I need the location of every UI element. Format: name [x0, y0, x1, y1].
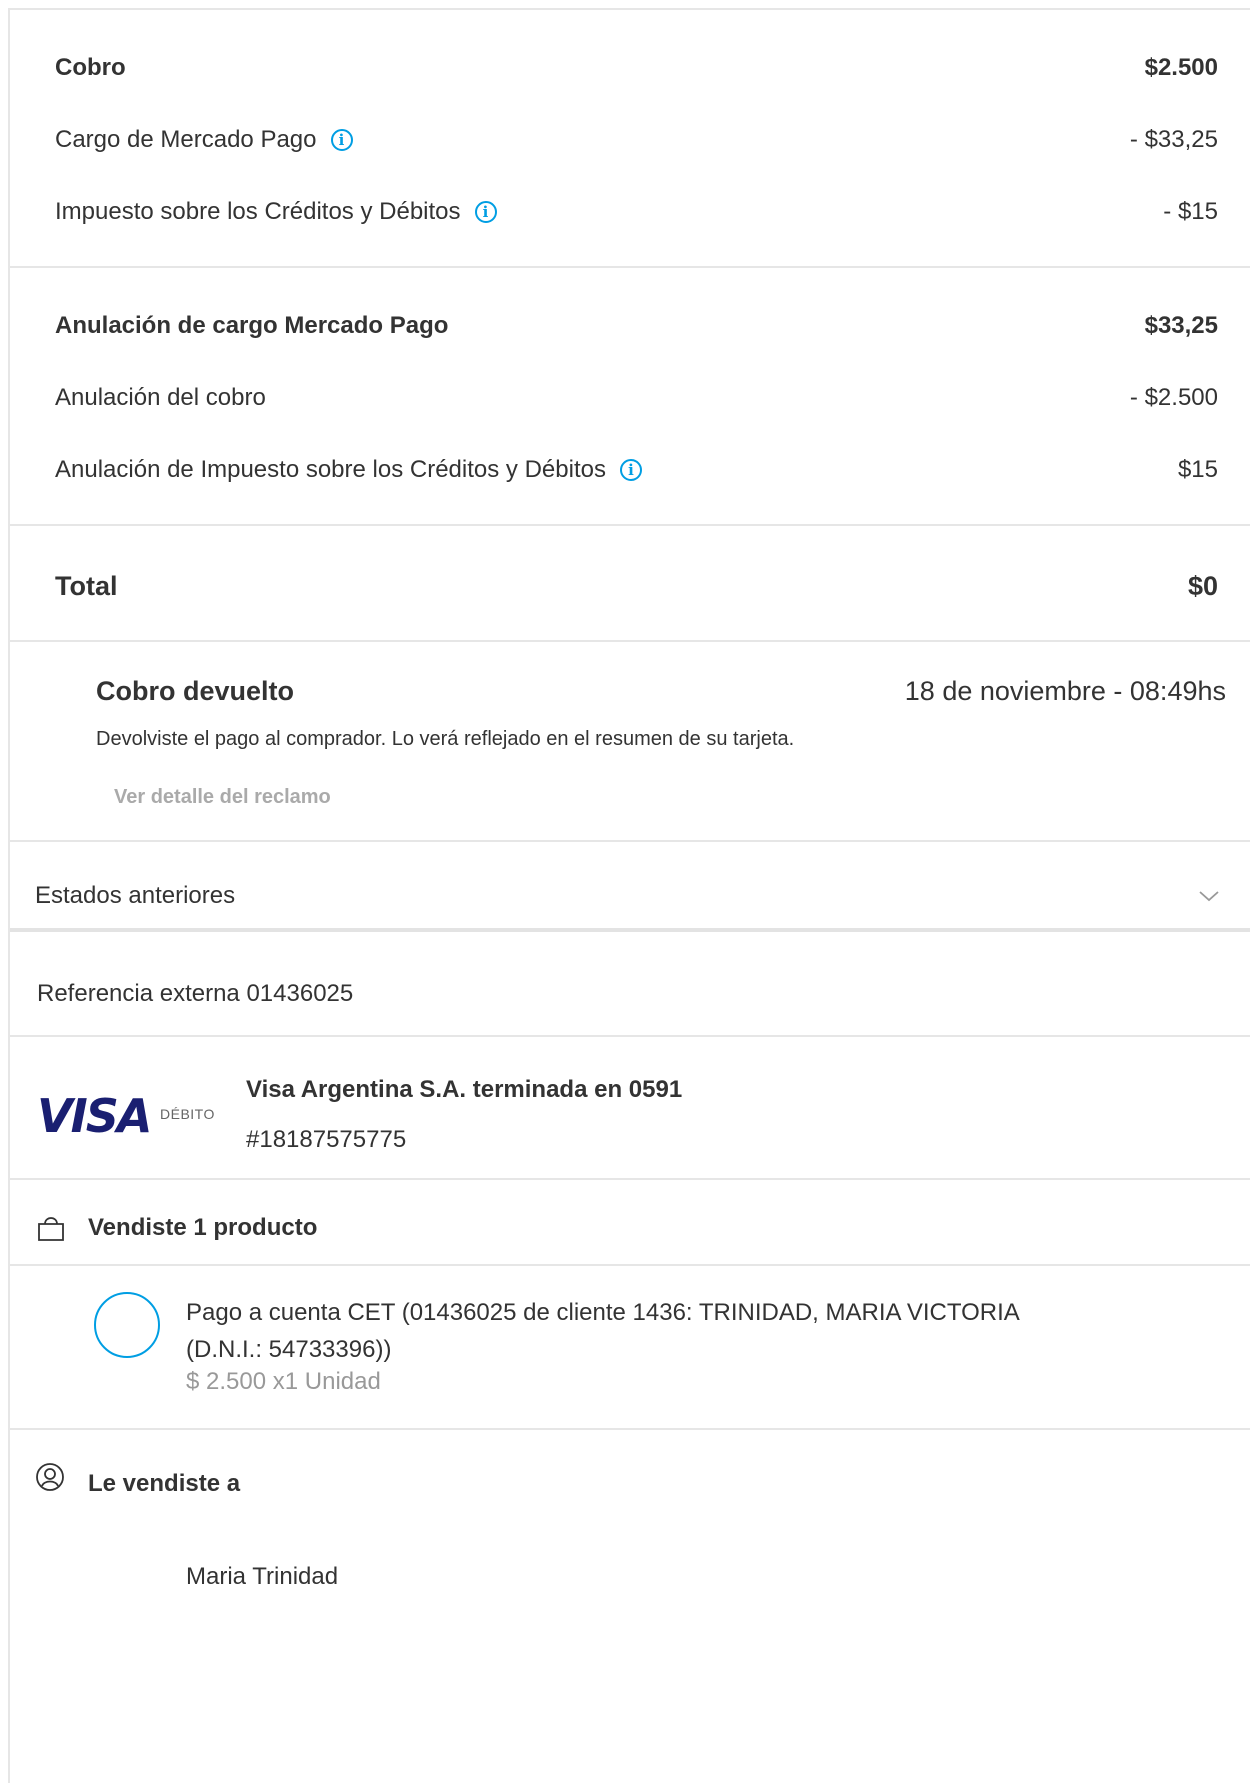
mp-fee-amount: - $33,25	[1129, 126, 1218, 153]
tax-label: Impuesto sobre los Créditos y Débitos	[55, 198, 461, 225]
fee-refund-label: Anulación de cargo Mercado Pago	[55, 312, 449, 339]
buyer-name: Maria Trinidad	[186, 1563, 339, 1590]
external-reference: Referencia externa 01436025	[37, 980, 354, 1007]
total-amount: $0	[1187, 570, 1218, 601]
divider	[10, 266, 1250, 268]
divider	[10, 1035, 1250, 1037]
mp-fee-label: Cargo de Mercado Pago	[55, 126, 317, 153]
tax-row: Impuesto sobre los Créditos y Débitos i …	[55, 192, 1218, 232]
divider	[10, 640, 1250, 642]
tax-refund-amount: $15	[1177, 456, 1218, 483]
card-type: DÉBITO	[160, 1106, 215, 1122]
mp-fee-row: Cargo de Mercado Pago i - $33,25	[55, 120, 1218, 160]
charge-label: Cobro	[55, 54, 126, 81]
claim-detail-link[interactable]: Ver detalle del reclamo	[114, 786, 331, 809]
charge-refund-amount: - $2.500	[1129, 384, 1218, 411]
tax-refund-row: Anulación de Impuesto sobre los Créditos…	[55, 450, 1218, 490]
user-icon	[36, 1463, 64, 1491]
product-price: $ 2.500 x1 Unidad	[186, 1368, 381, 1395]
divider	[10, 1178, 1250, 1180]
charge-row: Cobro $2.500	[55, 48, 1218, 88]
payment-detail-panel: Cobro $2.500 Cargo de Mercado Pago i - $…	[8, 8, 1250, 1783]
product-thumbnail	[94, 1292, 160, 1358]
previous-states-toggle[interactable]: Estados anteriores	[10, 852, 1250, 940]
tax-refund-label: Anulación de Impuesto sobre los Créditos…	[55, 456, 606, 483]
status-description: Devolviste el pago al comprador. Lo verá…	[96, 728, 795, 750]
divider	[10, 840, 1250, 842]
divider	[10, 1428, 1250, 1430]
operation-number: #18187575775	[246, 1126, 407, 1153]
fee-refund-amount: $33,25	[1144, 312, 1218, 339]
status-title: Cobro devuelto	[96, 676, 295, 706]
divider	[10, 524, 1250, 526]
visa-logo-text: VISA	[37, 1090, 150, 1138]
visa-logo: VISA	[37, 1090, 152, 1138]
divider	[10, 928, 1250, 932]
card-title: Visa Argentina S.A. terminada en 0591	[246, 1076, 683, 1103]
charge-amount: $2.500	[1144, 54, 1218, 81]
charge-refund-row: Anulación del cobro - $2.500	[55, 378, 1218, 418]
info-icon[interactable]: i	[619, 459, 642, 481]
tax-amount: - $15	[1163, 198, 1218, 225]
charge-refund-label: Anulación del cobro	[55, 384, 266, 411]
chevron-down-icon	[1199, 891, 1219, 902]
products-title: Vendiste 1 producto	[88, 1214, 318, 1241]
shopping-bag-icon	[38, 1217, 64, 1241]
previous-states-label: Estados anteriores	[35, 882, 236, 909]
product-name: Pago a cuenta CET (01436025 de cliente 1…	[186, 1299, 1019, 1363]
buyer-title: Le vendiste a	[88, 1470, 241, 1497]
divider	[10, 1264, 1250, 1266]
status-date: 18 de noviembre - 08:49hs	[904, 676, 1226, 706]
total-row: Total $0	[55, 566, 1218, 606]
info-icon[interactable]: i	[330, 129, 353, 151]
info-icon[interactable]: i	[474, 201, 497, 223]
fee-refund-row: Anulación de cargo Mercado Pago $33,25	[55, 306, 1218, 346]
total-label: Total	[55, 570, 118, 601]
